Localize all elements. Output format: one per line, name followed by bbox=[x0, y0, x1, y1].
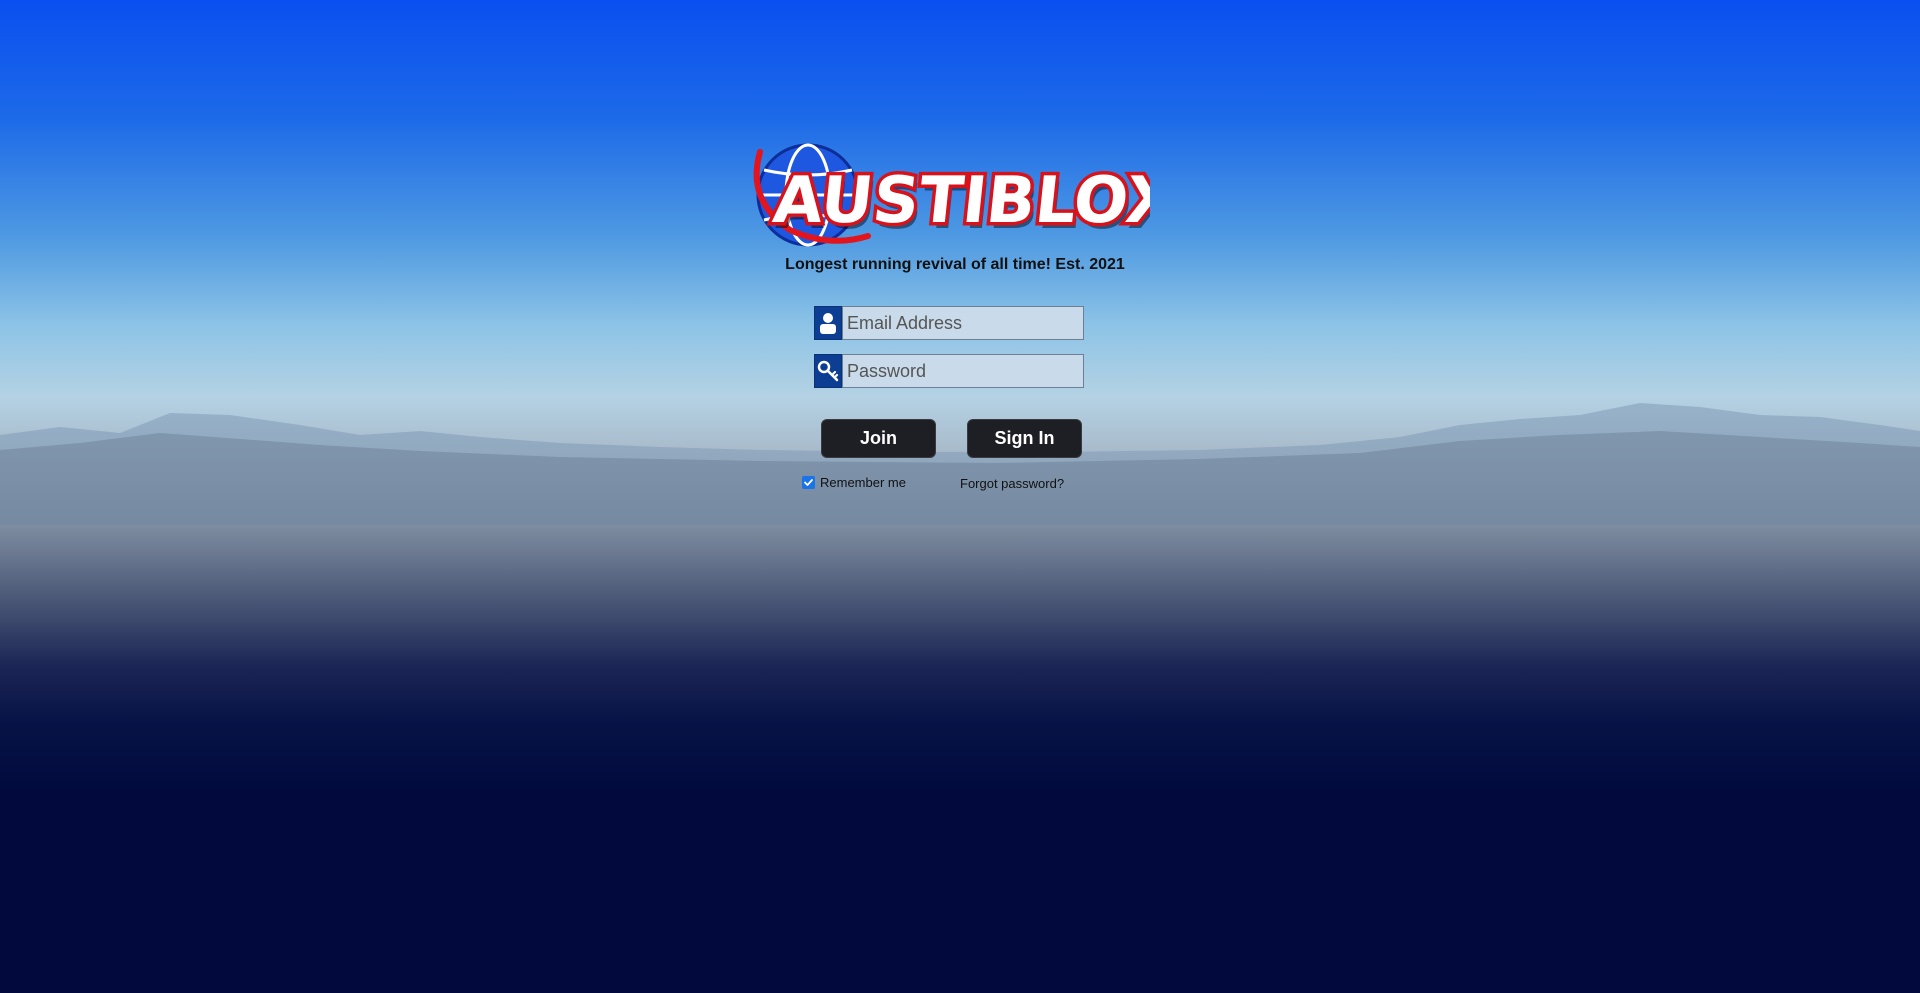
email-field-group bbox=[814, 306, 1084, 340]
remember-me-checkbox[interactable] bbox=[802, 476, 815, 489]
join-button[interactable]: Join bbox=[821, 419, 936, 458]
key-icon bbox=[814, 354, 842, 388]
user-icon bbox=[814, 306, 842, 340]
logo-wordmark: AUSTIBLOX AUSTIBLOX bbox=[766, 160, 1150, 244]
checkmark-icon bbox=[804, 479, 813, 486]
sign-in-button[interactable]: Sign In bbox=[967, 419, 1082, 458]
email-input[interactable] bbox=[842, 306, 1084, 340]
forgot-password-link[interactable]: Forgot password? bbox=[960, 476, 1064, 491]
password-field-group bbox=[814, 354, 1084, 388]
remember-me[interactable]: Remember me bbox=[802, 475, 906, 490]
austiblox-logo[interactable]: AUSTIBLOX AUSTIBLOX bbox=[750, 140, 1150, 250]
tagline: Longest running revival of all time! Est… bbox=[785, 256, 1125, 273]
svg-text:AUSTIBLOX: AUSTIBLOX bbox=[770, 163, 1150, 238]
remember-me-label: Remember me bbox=[820, 475, 906, 490]
password-input[interactable] bbox=[842, 354, 1084, 388]
mountain-silhouette bbox=[0, 403, 1920, 525]
